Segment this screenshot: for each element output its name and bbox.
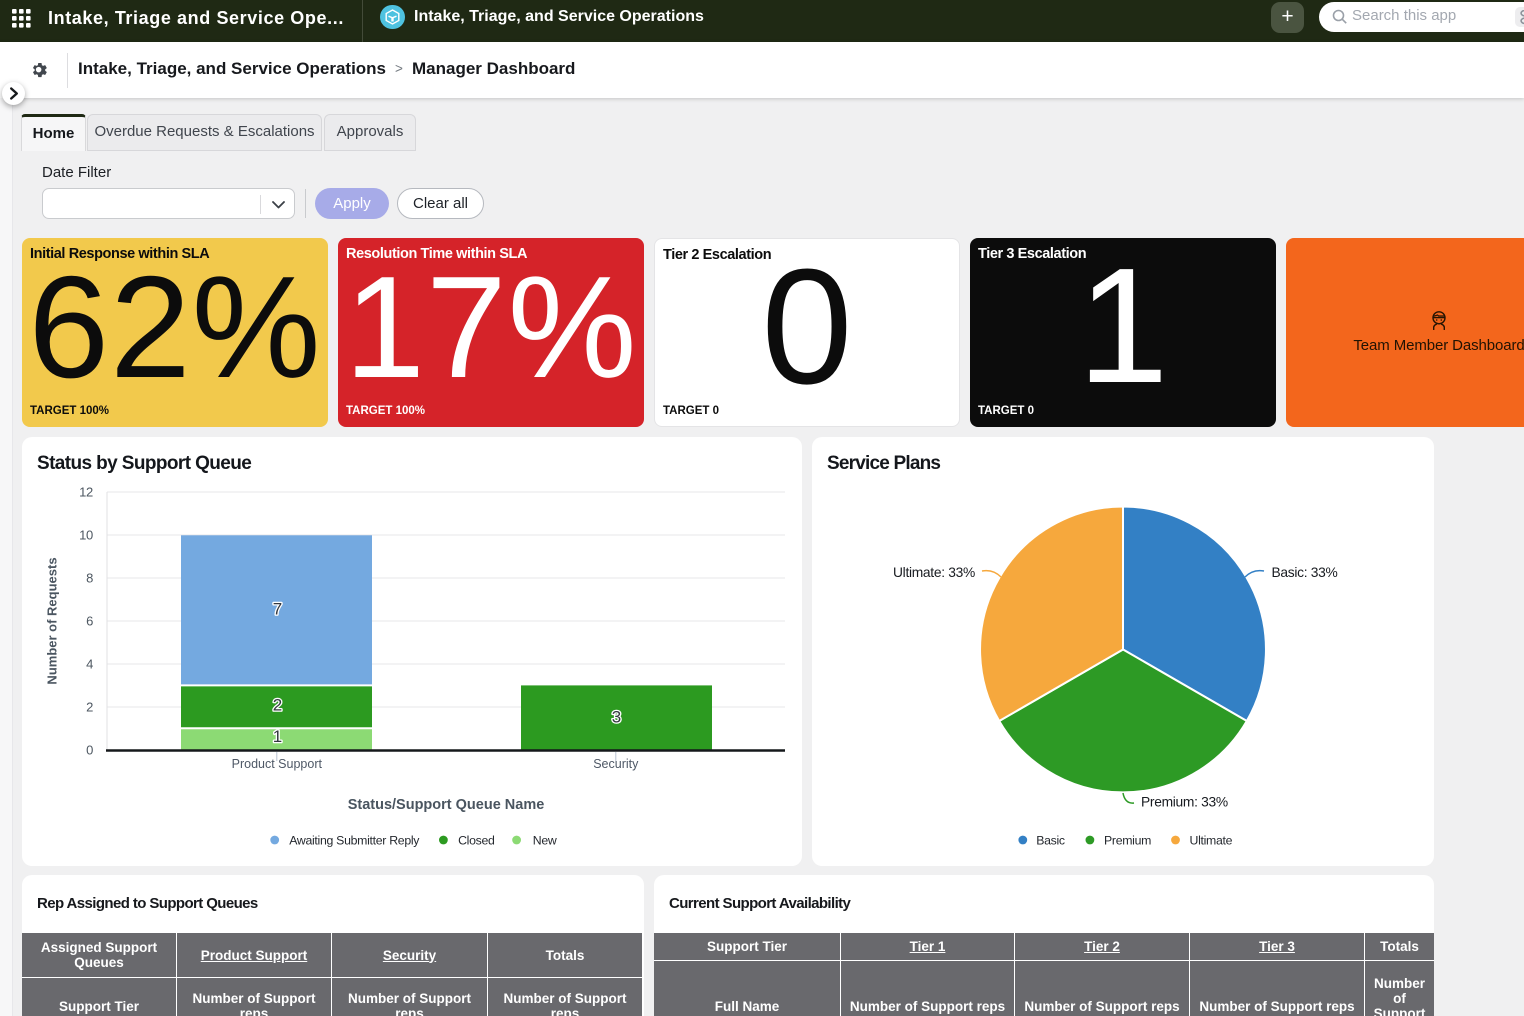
- svg-text:New: New: [533, 834, 557, 848]
- svg-text:2: 2: [273, 696, 282, 715]
- svg-text:Product Support: Product Support: [232, 757, 323, 771]
- svg-text:Security: Security: [593, 757, 639, 771]
- svg-text:8: 8: [86, 571, 93, 586]
- svg-text:Premium: 33%: Premium: 33%: [1141, 795, 1228, 810]
- svg-text:Basic: Basic: [1036, 834, 1065, 848]
- svg-text:Ultimate: Ultimate: [1190, 834, 1233, 848]
- svg-text:Closed: Closed: [458, 834, 495, 848]
- svg-text:12: 12: [79, 485, 93, 500]
- svg-text:Number of Requests: Number of Requests: [45, 557, 60, 684]
- svg-text:3: 3: [612, 708, 621, 727]
- svg-text:Basic: 33%: Basic: 33%: [1272, 565, 1338, 580]
- svg-text:Awaiting Submitter Reply: Awaiting Submitter Reply: [289, 834, 420, 848]
- svg-text:4: 4: [86, 657, 93, 672]
- svg-text:7: 7: [273, 600, 282, 619]
- svg-text:Premium: Premium: [1104, 834, 1151, 848]
- svg-text:Status/Support Queue Name: Status/Support Queue Name: [348, 797, 545, 813]
- svg-text:1: 1: [273, 727, 282, 746]
- svg-text:10: 10: [79, 528, 93, 543]
- svg-text:Service Plans: Service Plans: [827, 453, 940, 474]
- svg-text:Ultimate: 33%: Ultimate: 33%: [893, 565, 975, 580]
- svg-text:6: 6: [86, 614, 93, 629]
- svg-text:Status by Support Queue: Status by Support Queue: [37, 453, 251, 474]
- svg-text:0: 0: [86, 743, 93, 758]
- svg-text:2: 2: [86, 700, 93, 715]
